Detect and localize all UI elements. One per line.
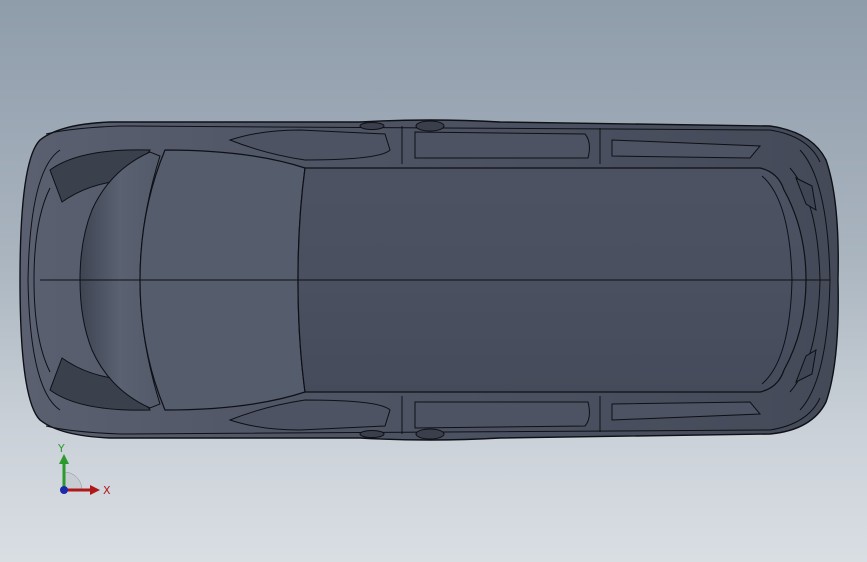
window-middle-bottom bbox=[414, 401, 590, 429]
triad-x-label: X bbox=[103, 484, 111, 497]
mirror-bottom bbox=[415, 428, 445, 440]
car-model-top-view[interactable] bbox=[0, 0, 867, 562]
triad-x-arrow bbox=[90, 485, 100, 495]
triad-y-label: Y bbox=[57, 442, 65, 455]
mirror-top bbox=[415, 120, 445, 132]
triad-y-arrow bbox=[59, 454, 69, 464]
door-handle-top bbox=[359, 122, 385, 130]
door-handle-bottom bbox=[359, 430, 385, 438]
graphics-viewport[interactable]: Y X bbox=[0, 0, 867, 562]
reference-triad: Y X bbox=[57, 442, 111, 497]
window-middle-top bbox=[414, 131, 590, 159]
triad-z-axis bbox=[60, 486, 68, 494]
